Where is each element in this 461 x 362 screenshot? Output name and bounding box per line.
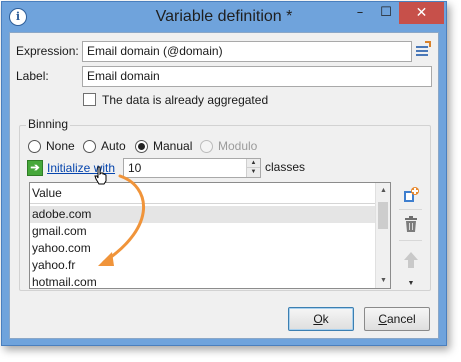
radio-modulo	[200, 140, 213, 153]
stepper-down-icon[interactable]: ▼	[247, 168, 260, 177]
scroll-thumb[interactable]	[378, 202, 388, 229]
list-item[interactable]: gmail.com	[30, 223, 376, 240]
classes-label: classes	[265, 160, 306, 174]
aggregated-checkbox[interactable]	[83, 93, 96, 106]
dialog-window: i Variable definition * – ☐ ✕ Expression…	[1, 1, 447, 346]
radio-auto[interactable]	[83, 140, 96, 153]
stepper-up-icon[interactable]: ▲	[247, 159, 260, 168]
label-label: Label:	[16, 69, 49, 83]
scroll-down-icon[interactable]: ▼	[376, 273, 390, 288]
cancel-button[interactable]: Cancel	[364, 307, 430, 331]
arrow-up-icon[interactable]	[402, 251, 420, 269]
list-header-value[interactable]: Value	[30, 183, 376, 204]
close-button[interactable]: ✕	[399, 2, 444, 24]
class-count-stepper[interactable]: 10 ▲ ▼	[123, 158, 261, 178]
label-field[interactable]: Email domain	[82, 66, 432, 87]
title-bar[interactable]: i Variable definition * – ☐ ✕	[2, 2, 446, 32]
radio-none[interactable]	[28, 140, 41, 153]
list-item[interactable]: yahoo.com	[30, 240, 376, 257]
expression-edit-icon[interactable]	[414, 41, 432, 60]
maximize-button[interactable]: ☐	[373, 2, 399, 24]
expression-label: Expression:	[16, 44, 79, 58]
arrow-right-icon: ➔	[27, 160, 43, 176]
add-value-icon[interactable]	[402, 186, 420, 204]
values-list[interactable]: Value adobe.com gmail.com yahoo.com yaho…	[29, 182, 391, 289]
minimize-button[interactable]: –	[347, 2, 373, 24]
class-count-value: 10	[128, 161, 142, 175]
radio-none-label: None	[46, 139, 75, 153]
scroll-up-icon[interactable]: ▲	[376, 183, 390, 198]
radio-manual[interactable]	[135, 140, 148, 153]
aggregated-label: The data is already aggregated	[102, 93, 269, 107]
expression-field[interactable]: Email domain (@domain)	[82, 41, 412, 62]
dialog-body: Expression: Email domain (@domain) Label…	[9, 32, 439, 339]
hand-cursor-icon	[94, 166, 108, 185]
tool-divider	[399, 209, 422, 210]
list-item[interactable]: yahoo.fr	[30, 257, 376, 274]
list-item[interactable]: hotmail.com	[30, 274, 376, 288]
stepper-buttons: ▲ ▼	[246, 159, 260, 177]
radio-auto-label: Auto	[101, 139, 126, 153]
radio-modulo-label: Modulo	[218, 139, 258, 153]
list-scrollbar[interactable]: ▲ ▼	[375, 183, 390, 288]
binning-title: Binning	[26, 117, 71, 131]
radio-manual-label: Manual	[153, 139, 193, 153]
trash-icon[interactable]	[402, 215, 420, 233]
list-item[interactable]: adobe.com	[30, 206, 376, 223]
ok-button[interactable]: Ok	[288, 307, 354, 331]
chevron-down-icon[interactable]: ▼	[406, 280, 416, 288]
tool-divider	[399, 240, 422, 241]
